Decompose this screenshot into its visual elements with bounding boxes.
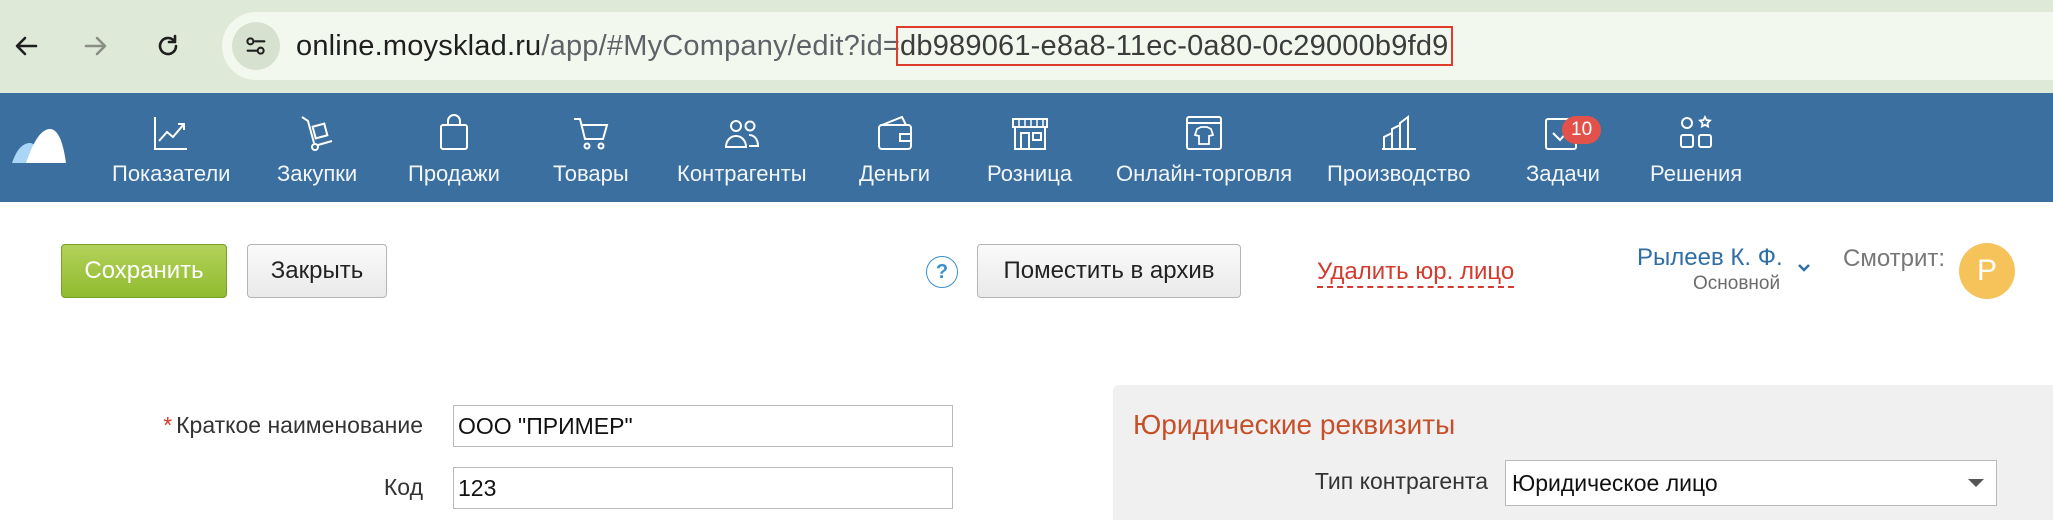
counterparty-type-select[interactable]: Юридическое лицо bbox=[1505, 460, 1997, 506]
back-button[interactable] bbox=[2, 22, 50, 70]
nav-label: Онлайн-торговля bbox=[1116, 161, 1293, 186]
avatar[interactable]: Р bbox=[1959, 243, 2015, 299]
online-store-icon bbox=[1186, 116, 1223, 150]
owner-role: Основной bbox=[1693, 273, 1781, 294]
nav-label: Розница bbox=[987, 161, 1073, 186]
site-info-button[interactable] bbox=[232, 22, 280, 70]
short-name-label: * Краткое наименование bbox=[163, 412, 423, 439]
nav-item-money[interactable]: Деньги bbox=[859, 113, 930, 193]
required-mark: * bbox=[163, 412, 173, 438]
owner-name[interactable]: Рылеев К. Ф. bbox=[1637, 244, 1783, 272]
url-id-highlight: db989061-e8a8-11ec-0a80-0c29000b9fd9 bbox=[896, 26, 1453, 66]
nav-item-purchases[interactable]: Закупки bbox=[277, 113, 357, 193]
browser-toolbar: online.moysklad.ru/app/#MyCompany/edit?i… bbox=[0, 0, 2053, 93]
watching-label: Смотрит: bbox=[1843, 245, 1946, 272]
nav-label: Решения bbox=[1650, 161, 1743, 186]
nav-label: Деньги bbox=[859, 161, 931, 186]
factory-icon bbox=[1381, 115, 1416, 150]
nav-label: Показатели bbox=[112, 161, 231, 186]
url-host: online.moysklad.ru bbox=[296, 30, 542, 62]
people-icon bbox=[724, 120, 759, 148]
nav-item-solutions[interactable]: Решения bbox=[1650, 113, 1742, 193]
nav-item-indicators[interactable]: Показатели bbox=[112, 113, 230, 193]
nav-item-production[interactable]: Производство bbox=[1327, 113, 1470, 193]
code-input[interactable]: 123 bbox=[453, 467, 953, 509]
cart-icon bbox=[573, 118, 609, 150]
nav-item-tasks[interactable]: Задачи 10 bbox=[1526, 113, 1602, 193]
dropdown-arrow-icon bbox=[1968, 479, 1984, 487]
reload-icon bbox=[158, 34, 178, 56]
url-text[interactable]: online.moysklad.ru/app/#MyCompany/edit?i… bbox=[296, 26, 1453, 66]
chevron-down-icon[interactable] bbox=[1796, 262, 1812, 274]
nav-item-online-trade[interactable]: Онлайн-торговля bbox=[1116, 113, 1292, 193]
tasks-count-badge: 10 bbox=[1562, 116, 1602, 144]
arrow-left-icon bbox=[15, 36, 38, 56]
nav-label: Продажи bbox=[408, 161, 500, 186]
short-name-label-text: Краткое наименование bbox=[176, 412, 423, 438]
wallet-icon bbox=[877, 115, 912, 150]
save-button[interactable]: Сохранить bbox=[61, 244, 227, 298]
address-bar[interactable]: online.moysklad.ru/app/#MyCompany/edit?i… bbox=[222, 12, 2053, 80]
legal-requisites-panel: Юридические реквизиты Тип контрагента Юр… bbox=[1113, 385, 2053, 520]
nav-item-counterparties[interactable]: Контрагенты bbox=[677, 113, 807, 193]
reload-button[interactable] bbox=[144, 22, 192, 70]
moysklad-logo[interactable] bbox=[10, 123, 68, 167]
counterparty-type-label: Тип контрагента bbox=[1314, 468, 1488, 494]
nav-label: Закупки bbox=[277, 161, 358, 186]
nav-item-retail[interactable]: Розница bbox=[987, 113, 1072, 193]
archive-button[interactable]: Поместить в архив bbox=[977, 244, 1241, 298]
dolly-icon bbox=[301, 116, 333, 151]
nav-item-sales[interactable]: Продажи bbox=[408, 113, 500, 193]
url-path: /app/#MyCompany/edit?id= bbox=[541, 30, 901, 62]
short-name-input[interactable]: ООО "ПРИМЕР" bbox=[453, 405, 953, 447]
code-label: Код bbox=[383, 474, 423, 500]
nav-label: Производство bbox=[1327, 161, 1471, 186]
panel-title: Юридические реквизиты bbox=[1133, 409, 1456, 440]
nav-label: Товары bbox=[553, 161, 629, 186]
shopping-bag-icon bbox=[439, 114, 468, 150]
main-navigation: Показатели Закупки Продажи Товары Контра… bbox=[0, 93, 2053, 202]
apps-icon bbox=[1680, 114, 1713, 148]
help-icon[interactable]: ? bbox=[926, 256, 958, 288]
tune-icon bbox=[246, 37, 266, 55]
nav-item-goods[interactable]: Товары bbox=[553, 113, 629, 193]
nav-label: Задачи bbox=[1526, 161, 1600, 186]
arrow-right-icon bbox=[84, 36, 107, 56]
counterparty-type-value: Юридическое лицо bbox=[1512, 469, 1718, 496]
nav-label: Контрагенты bbox=[677, 161, 807, 186]
chart-icon bbox=[154, 117, 188, 150]
store-icon bbox=[1011, 118, 1048, 150]
forward-button[interactable] bbox=[72, 22, 120, 70]
close-button[interactable]: Закрыть bbox=[247, 244, 387, 298]
delete-legal-entity-link[interactable]: Удалить юр. лицо bbox=[1317, 258, 1515, 288]
